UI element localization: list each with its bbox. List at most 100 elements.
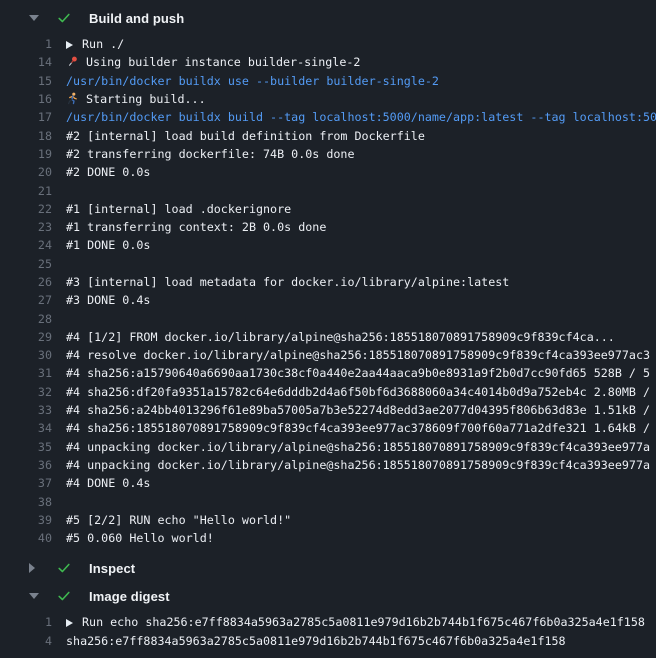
log-text-content: #4 unpacking docker.io/library/alpine@sh…	[66, 440, 650, 454]
log-line-number[interactable]: 25	[0, 257, 52, 271]
chevron-right-icon[interactable]	[29, 563, 41, 573]
log-text-content: sha256:e7ff8834a5963a2785c5a0811e979d16b…	[66, 634, 566, 648]
log-line-number[interactable]: 29	[0, 330, 52, 344]
log-text-content: #1 DONE 0.0s	[66, 238, 150, 252]
log-line-number[interactable]: 30	[0, 348, 52, 362]
log-line: 17/usr/bin/docker buildx build --tag loc…	[0, 108, 656, 126]
log-line-number[interactable]: 19	[0, 147, 52, 161]
log-line: 20 #2 DONE 0.0s	[0, 163, 656, 181]
log-text-content: #4 sha256:a24bb4013296f61e89ba57005a7b3e…	[66, 403, 650, 417]
log-line-number[interactable]: 36	[0, 458, 52, 472]
log-line: 21	[0, 181, 656, 199]
step-section: Image digest 1 Run echo sha256:e7ff8834a59…	[0, 582, 656, 657]
log-text-content: #3 DONE 0.4s	[66, 293, 150, 307]
chevron-down-icon[interactable]	[29, 593, 41, 599]
step-header[interactable]: Build and push	[0, 4, 656, 32]
log-line-text: #4 sha256:185518070891758909c9f839cf4ca3…	[66, 421, 650, 435]
log-line-text[interactable]: Run ./	[66, 37, 124, 51]
log-line-number[interactable]: 40	[0, 531, 52, 545]
log-line-text[interactable]: Run echo sha256:e7ff8834a5963a2785c5a081…	[66, 615, 645, 629]
expand-group-icon[interactable]	[66, 619, 73, 627]
log-line-number[interactable]: 15	[0, 74, 52, 88]
log-line: 1 Run echo sha256:e7ff8834a5963a2785c5a08…	[0, 613, 656, 631]
log-line: 33 #4 sha256:a24bb4013296f61e89ba57005a7b…	[0, 401, 656, 419]
log-line-number[interactable]: 38	[0, 495, 52, 509]
log-text-content: #1 transferring context: 2B 0.0s done	[66, 220, 326, 234]
step-header[interactable]: Inspect	[0, 554, 656, 582]
chevron-down-icon[interactable]	[29, 15, 41, 21]
expand-group-icon[interactable]	[66, 41, 73, 49]
log-line: 24 #1 DONE 0.0s	[0, 236, 656, 254]
log-text-content: #5 [2/2] RUN echo "Hello world!"	[66, 513, 291, 527]
log-line-text: #4 unpacking docker.io/library/alpine@sh…	[66, 458, 650, 472]
log-line-number[interactable]: 23	[0, 220, 52, 234]
log-line-number[interactable]: 16	[0, 92, 52, 106]
log-line-text: #4 [1/2] FROM docker.io/library/alpine@s…	[66, 330, 615, 344]
step-title: Build and push	[89, 11, 184, 26]
log-text-content: #2 transferring dockerfile: 74B 0.0s don…	[66, 147, 355, 161]
check-icon	[56, 10, 72, 26]
check-icon	[56, 560, 72, 576]
log-line-number[interactable]: 26	[0, 275, 52, 289]
log-text-content: #4 sha256:185518070891758909c9f839cf4ca3…	[66, 421, 650, 435]
log-line: 16 Starting build...	[0, 90, 656, 108]
log-line-number[interactable]: 1	[0, 615, 52, 629]
log-line-text: #1 transferring context: 2B 0.0s done	[66, 220, 326, 234]
chevron-triangle	[29, 593, 39, 599]
log-line-text: #4 unpacking docker.io/library/alpine@sh…	[66, 440, 650, 454]
log-text-content: #4 unpacking docker.io/library/alpine@sh…	[66, 458, 650, 472]
log-line: 40 #5 0.060 Hello world!	[0, 529, 656, 547]
log-line-number[interactable]: 28	[0, 312, 52, 326]
pushpin-icon	[66, 55, 80, 68]
chevron-triangle	[29, 563, 35, 573]
log-line-number[interactable]: 1	[0, 37, 52, 51]
log-line-text: #3 DONE 0.4s	[66, 293, 150, 307]
log-line-number[interactable]: 34	[0, 421, 52, 435]
log-line: 26 #3 [internal] load metadata for docker…	[0, 273, 656, 291]
log-line: 36 #4 unpacking docker.io/library/alpine@…	[0, 456, 656, 474]
log-line-text: Using builder instance builder-single-2	[66, 55, 360, 69]
log-line-number[interactable]: 4	[0, 634, 52, 648]
log-line-text: /usr/bin/docker buildx build --tag local…	[66, 110, 656, 124]
step-section: Inspect	[0, 554, 656, 582]
log-line-number[interactable]: 22	[0, 202, 52, 216]
log-line-number[interactable]: 39	[0, 513, 52, 527]
log-text-content: #4 DONE 0.4s	[66, 476, 150, 490]
log-line-number[interactable]: 18	[0, 129, 52, 143]
log-line-text: #4 DONE 0.4s	[66, 476, 150, 490]
log-line-number[interactable]: 27	[0, 293, 52, 307]
log-line-text: #3 [internal] load metadata for docker.i…	[66, 275, 509, 289]
log-line: 39 #5 [2/2] RUN echo "Hello world!"	[0, 511, 656, 529]
log-text-content: #1 [internal] load .dockerignore	[66, 202, 291, 216]
log-line: 4 sha256:e7ff8834a5963a2785c5a0811e979d16…	[0, 632, 656, 650]
log-line-text: #5 [2/2] RUN echo "Hello world!"	[66, 513, 291, 527]
log-line-number[interactable]: 33	[0, 403, 52, 417]
steps-list: Build and push1Run ./14Using builder ins…	[0, 4, 656, 657]
log-line-number[interactable]: 24	[0, 238, 52, 252]
log-line-text: #2 [internal] load build definition from…	[66, 129, 425, 143]
log-line: 25	[0, 255, 656, 273]
log-text-content: #2 [internal] load build definition from…	[66, 129, 425, 143]
runner-icon	[66, 92, 80, 105]
log-line-number[interactable]: 31	[0, 366, 52, 380]
log-line-number[interactable]: 37	[0, 476, 52, 490]
log-text-content: Run ./	[82, 37, 124, 51]
log-line: 37 #4 DONE 0.4s	[0, 474, 656, 492]
log-text-content: #4 [1/2] FROM docker.io/library/alpine@s…	[66, 330, 615, 344]
log-line-number[interactable]: 21	[0, 184, 52, 198]
log-line-number[interactable]: 20	[0, 165, 52, 179]
log-line-text: Starting build...	[66, 92, 206, 106]
log-text-content: #5 0.060 Hello world!	[66, 531, 214, 545]
log-lines: 1 Run echo sha256:e7ff8834a5963a2785c5a08…	[0, 610, 656, 657]
log-text-content: #2 DONE 0.0s	[66, 165, 150, 179]
log-line-text: #4 sha256:a15790640a6690aa1730c38cf0a440…	[66, 366, 650, 380]
log-line-text: #4 resolve docker.io/library/alpine@sha2…	[66, 348, 650, 362]
log-text-content: Run echo sha256:e7ff8834a5963a2785c5a081…	[82, 615, 645, 629]
log-line-number[interactable]: 32	[0, 385, 52, 399]
log-lines: 1 Run ./ 14 Using builder instance builder-…	[0, 32, 656, 554]
step-header[interactable]: Image digest	[0, 582, 656, 610]
log-text-content: #4 resolve docker.io/library/alpine@sha2…	[66, 348, 650, 362]
log-line-number[interactable]: 35	[0, 440, 52, 454]
log-line-number[interactable]: 14	[0, 55, 52, 69]
log-line-number[interactable]: 17	[0, 110, 52, 124]
